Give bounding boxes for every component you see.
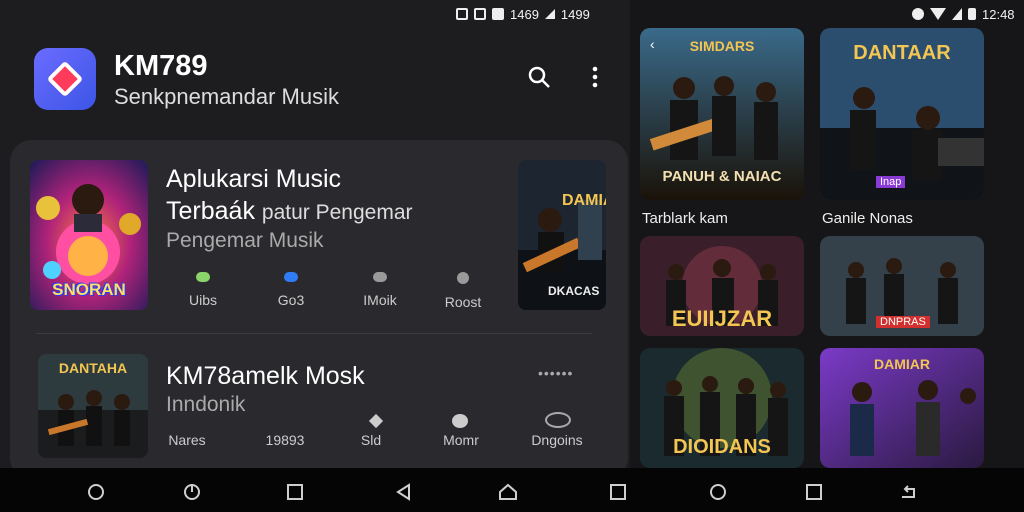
recents-icon: [287, 484, 303, 500]
cloud-icon: [373, 272, 387, 282]
meta-label: IMoik: [363, 292, 397, 308]
featured-subtitle: Pengemar Musik: [166, 229, 324, 252]
second-meta-4[interactable]: Momr: [426, 432, 496, 448]
second-subtitle: Inndonik: [166, 393, 246, 416]
second-title: KM78amelk Mosk: [166, 362, 365, 390]
tile-title: EUIIJZAR: [671, 306, 773, 331]
app-logo[interactable]: [34, 48, 96, 110]
meta-label: Uibs: [188, 292, 217, 308]
tile-title: DANTAAR: [853, 42, 951, 64]
signal-icon: [952, 8, 962, 20]
tile-title: SIMDARS: [689, 38, 755, 54]
grid-label: Ganile Nonas: [822, 210, 913, 227]
wifi-icon: [930, 8, 946, 20]
featured-title-rest: patur Pengemar: [261, 201, 413, 224]
search-icon: [528, 66, 550, 88]
home-button[interactable]: [86, 482, 106, 502]
recents-icon: [610, 484, 626, 500]
battery-icon: [968, 8, 976, 20]
grid-tile[interactable]: EUIIJZAR: [640, 236, 804, 336]
more-vert-icon: [592, 66, 598, 88]
home-button[interactable]: [498, 482, 518, 502]
status-extra: 1469: [510, 6, 539, 22]
system-nav-bar: [0, 468, 1024, 512]
featured-cover-text: SNORAN: [52, 280, 126, 299]
second-more-icon[interactable]: ••••••: [538, 365, 573, 381]
tile-title: DIOIDANS: [673, 436, 771, 458]
featured-title-line2: Terbaák patur Pengemar: [166, 197, 413, 226]
divider: [36, 333, 592, 334]
home-icon: [88, 484, 104, 500]
side-cover[interactable]: DAMIAN DKACAS: [518, 160, 606, 310]
second-meta-1: Nares: [168, 432, 206, 448]
app-title: KM789: [114, 50, 208, 82]
logo-mark-icon: [46, 60, 84, 98]
status-bar-right: 12:48: [912, 4, 1015, 24]
recents-button[interactable]: [285, 482, 305, 502]
app-header: KM789 Senkpnemandar Musik: [34, 48, 614, 112]
recents-button[interactable]: [608, 482, 628, 502]
recents-button[interactable]: [804, 482, 824, 502]
meta-label: Roost: [444, 294, 482, 310]
home-button[interactable]: [708, 482, 728, 502]
featured-meta-1[interactable]: Uibs: [168, 272, 238, 308]
card-icon: [492, 8, 504, 20]
power-button[interactable]: [182, 482, 202, 502]
status-bar-left: 1469 1499: [456, 4, 590, 24]
meta-label: Go3: [277, 292, 305, 308]
recents-icon: [806, 484, 822, 500]
right-pane: 12:48 SIMDARS PANUH & NAIAC ‹ DANTAAR In…: [630, 0, 1024, 468]
house-icon: [499, 483, 517, 500]
status-time: 1499: [560, 6, 590, 22]
featured-meta-2[interactable]: Go3: [256, 272, 326, 308]
side-cover-bottom: DKACAS: [548, 284, 600, 298]
featured-cover[interactable]: SNORAN: [30, 160, 148, 310]
home-icon: [710, 484, 726, 500]
featured-meta-3[interactable]: IMoik: [345, 272, 415, 308]
tile-bottom: Inap: [876, 176, 906, 188]
featured-title-bold: Terbaák: [166, 197, 255, 225]
signal-icon: [544, 9, 555, 19]
grid-tile[interactable]: DAMIAR: [820, 348, 984, 468]
grid-tile[interactable]: DANTAAR Inap: [820, 28, 984, 200]
grid-tile[interactable]: DNPRAS: [820, 236, 984, 336]
loop-icon: [545, 412, 571, 428]
side-cover-top: DAMIAN: [562, 192, 606, 209]
grid-tile[interactable]: DIOIDANS: [640, 348, 804, 468]
alarm-icon: [912, 8, 924, 20]
tile-bottom: PANUH & NAIAC: [662, 168, 782, 185]
rotate-icon: [902, 485, 915, 498]
status-time: 12:48: [982, 6, 1015, 22]
notification-icon: [456, 8, 468, 20]
back-button[interactable]: [394, 482, 414, 502]
second-cover[interactable]: DANTAHA: [38, 354, 148, 458]
second-cover-text: DANTAHA: [58, 360, 128, 376]
second-meta-2: 19893: [265, 432, 305, 448]
back-icon[interactable]: ‹: [650, 36, 655, 52]
app-subtitle: Senkpnemandar Musik: [114, 84, 340, 109]
rotate-button[interactable]: [898, 482, 918, 502]
recycle-icon: [457, 272, 469, 284]
tile-title: DNPRAS: [876, 316, 930, 328]
tile-title: DAMIAR: [874, 356, 930, 372]
power-icon: [184, 484, 200, 500]
grid-tile[interactable]: SIMDARS PANUH & NAIAC ‹: [640, 28, 804, 200]
search-button[interactable]: [524, 62, 554, 92]
featured-meta-4[interactable]: Roost: [428, 272, 498, 310]
more-button[interactable]: [580, 62, 610, 92]
featured-title-line1: Aplukarsi Music: [166, 165, 342, 193]
leaf-icon: [196, 272, 210, 282]
chat-icon: [452, 414, 468, 428]
back-icon: [396, 483, 410, 501]
drop-icon: [284, 272, 298, 282]
grid-label: Tarblark kam: [642, 210, 728, 227]
second-meta-3[interactable]: Sld: [336, 432, 406, 448]
second-meta-5[interactable]: Dngoins: [522, 432, 592, 448]
image-icon: [474, 8, 486, 20]
left-pane: 1469 1499 KM789 Senkpnemandar Musik SNOR…: [0, 0, 630, 480]
